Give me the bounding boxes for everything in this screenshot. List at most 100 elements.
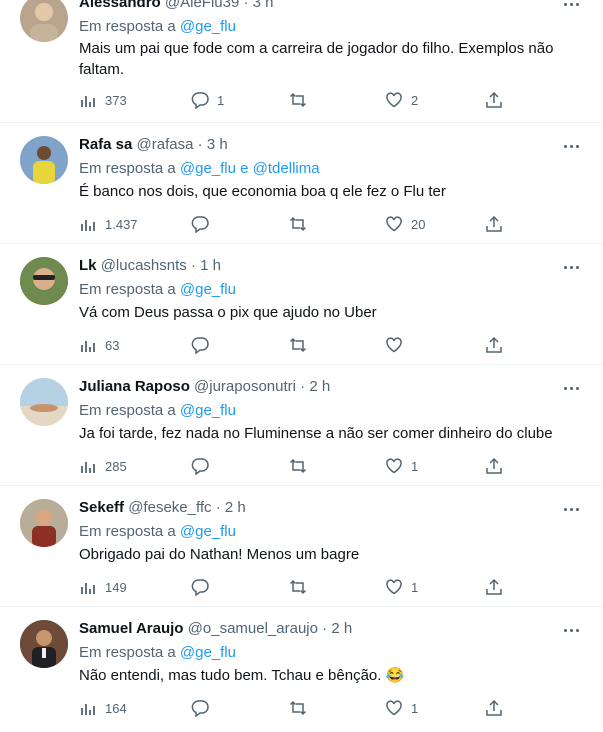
reply-count: 1 [217, 92, 225, 108]
avatar[interactable] [20, 136, 68, 184]
author-handle[interactable]: @lucashsnts [101, 257, 187, 274]
like-count: 2 [411, 92, 419, 108]
author-handle[interactable]: @AleFlu39 [165, 0, 239, 11]
reply-icon [191, 458, 209, 475]
retweet-button[interactable] [289, 335, 315, 355]
avatar[interactable] [20, 620, 68, 668]
author-name[interactable]: Sekeff [79, 499, 124, 516]
views-button[interactable]: 373 [79, 90, 127, 110]
reply-text: Ja foi tarde, fez nada no Fluminense a n… [79, 425, 553, 442]
action-bar: 373 1 2 [79, 90, 509, 110]
author-name[interactable]: Lk [79, 257, 97, 274]
share-button[interactable] [485, 698, 503, 718]
more-options-button[interactable] [561, 378, 581, 398]
retweet-icon [289, 579, 307, 595]
like-button[interactable]: 1 [385, 698, 418, 718]
reply-item[interactable]: Samuel Araujo @o_samuel_araujo · 2 h Em … [0, 606, 603, 732]
reply-button[interactable] [191, 214, 217, 234]
mention-link[interactable]: @ge_flu e @tdellima [180, 160, 320, 177]
avatar[interactable] [20, 499, 68, 547]
more-options-button[interactable] [561, 620, 581, 640]
retweet-icon [289, 700, 307, 716]
reply-button[interactable] [191, 698, 217, 718]
mention-link[interactable]: @ge_flu [180, 644, 236, 661]
replying-prefix: Em resposta a [79, 18, 176, 35]
share-button[interactable] [485, 577, 503, 597]
action-bar: 63 [79, 335, 509, 355]
retweet-button[interactable] [289, 577, 315, 597]
timestamp[interactable]: 1 h [200, 257, 221, 274]
mention-link[interactable]: @ge_flu [180, 281, 236, 298]
share-button[interactable] [485, 214, 503, 234]
like-button[interactable]: 1 [385, 456, 418, 476]
views-button[interactable]: 63 [79, 335, 119, 355]
author-name[interactable]: Samuel Araujo [79, 620, 183, 637]
retweet-icon [289, 458, 307, 474]
views-count: 373 [105, 92, 127, 108]
retweet-button[interactable] [289, 214, 315, 234]
avatar[interactable] [20, 257, 68, 305]
retweet-button[interactable] [289, 698, 315, 718]
views-button[interactable]: 285 [79, 456, 127, 476]
separator-dot: · [300, 378, 306, 395]
more-options-button[interactable] [561, 0, 581, 14]
share-icon [486, 699, 502, 716]
reply-header: Alessandro @AleFlu39 · 3 h [79, 0, 274, 14]
mention-link[interactable]: @ge_flu [180, 18, 236, 35]
retweet-icon [289, 92, 307, 108]
retweet-button[interactable] [289, 456, 315, 476]
more-options-button[interactable] [561, 136, 581, 156]
reply-item[interactable]: Rafa sa @rafasa · 3 h Em resposta a @ge_… [0, 122, 603, 244]
more-options-button[interactable] [561, 499, 581, 519]
heart-icon [386, 216, 402, 232]
reply-text: Não entendi, mas tudo bem. Tchau e bênçã… [79, 667, 405, 684]
timestamp[interactable]: 2 h [309, 378, 330, 395]
author-handle[interactable]: @juraposonutri [194, 378, 296, 395]
timestamp[interactable]: 2 h [331, 620, 352, 637]
avatar[interactable] [20, 378, 68, 426]
like-button[interactable] [385, 335, 411, 355]
share-button[interactable] [485, 335, 503, 355]
reply-item[interactable]: Alessandro @AleFlu39 · 3 h Em resposta a… [0, 0, 603, 123]
timestamp[interactable]: 2 h [225, 499, 246, 516]
reply-item[interactable]: Juliana Raposo @juraposonutri · 2 h Em r… [0, 364, 603, 486]
reply-button[interactable] [191, 456, 217, 476]
reply-header: Sekeff @feseke_ffc · 2 h [79, 499, 246, 519]
mention-link[interactable]: @ge_flu [180, 402, 236, 419]
share-button[interactable] [485, 90, 503, 110]
author-handle[interactable]: @o_samuel_araujo [188, 620, 318, 637]
views-icon [81, 704, 95, 715]
author-name[interactable]: Alessandro [79, 0, 161, 11]
reply-item[interactable]: Sekeff @feseke_ffc · 2 h Em resposta a @… [0, 485, 603, 607]
author-name[interactable]: Rafa sa [79, 136, 132, 153]
timestamp[interactable]: 3 h [207, 136, 228, 153]
author-handle[interactable]: @rafasa [137, 136, 194, 153]
replying-to: Em resposta a @ge_flu [79, 523, 236, 540]
separator-dot: · [215, 499, 221, 516]
share-icon [486, 457, 502, 474]
reply-icon [191, 216, 209, 233]
views-button[interactable]: 1.437 [79, 214, 138, 234]
replying-prefix: Em resposta a [79, 523, 176, 540]
share-button[interactable] [485, 456, 503, 476]
heart-icon [386, 92, 402, 108]
reply-item[interactable]: Lk @lucashsnts · 1 h Em resposta a @ge_f… [0, 243, 603, 365]
views-count: 63 [105, 337, 120, 353]
like-button[interactable]: 20 [385, 214, 425, 234]
mention-link[interactable]: @ge_flu [180, 523, 236, 540]
timestamp[interactable]: 3 h [253, 0, 274, 11]
views-button[interactable]: 164 [79, 698, 127, 718]
reply-button[interactable]: 1 [191, 90, 224, 110]
replying-to: Em resposta a @ge_flu [79, 18, 236, 35]
more-options-button[interactable] [561, 257, 581, 277]
author-handle[interactable]: @feseke_ffc [128, 499, 211, 516]
avatar[interactable] [20, 0, 68, 42]
reply-button[interactable] [191, 577, 217, 597]
like-button[interactable]: 2 [385, 90, 418, 110]
retweet-button[interactable] [289, 90, 315, 110]
views-button[interactable]: 149 [79, 577, 127, 597]
separator-dot: · [197, 136, 203, 153]
reply-button[interactable] [191, 335, 217, 355]
like-button[interactable]: 1 [385, 577, 418, 597]
author-name[interactable]: Juliana Raposo [79, 378, 190, 395]
